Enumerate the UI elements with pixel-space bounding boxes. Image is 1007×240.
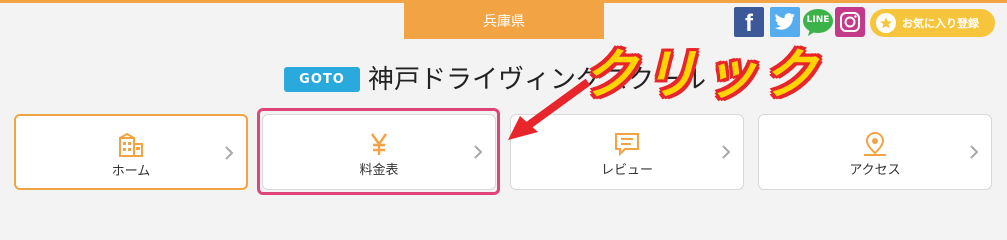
favorite-button[interactable]: お気に入り登録 bbox=[870, 9, 995, 37]
nav-access[interactable]: アクセス bbox=[758, 114, 992, 190]
nav-review-label: レビュー bbox=[600, 163, 653, 178]
nav-home[interactable]: ホーム bbox=[14, 114, 248, 190]
twitter-bird-icon bbox=[774, 13, 795, 30]
highlight-frame bbox=[257, 108, 500, 195]
prefecture-tab[interactable]: 兵庫県 bbox=[404, 2, 604, 39]
chevron-right-icon bbox=[970, 145, 979, 159]
star-icon bbox=[876, 13, 896, 33]
click-annotation: クリック bbox=[583, 43, 823, 106]
favorite-label: お気に入り登録 bbox=[902, 17, 979, 30]
speech-bubble-icon bbox=[615, 133, 639, 157]
chevron-right-icon bbox=[722, 145, 731, 159]
school-badge: GOTO bbox=[284, 67, 360, 92]
nav-access-label: アクセス bbox=[849, 163, 901, 178]
nav-home-label: ホーム bbox=[111, 164, 151, 179]
building-icon bbox=[119, 132, 143, 157]
chevron-right-icon bbox=[225, 146, 234, 160]
camera-icon bbox=[840, 12, 860, 32]
instagram-icon[interactable] bbox=[835, 7, 865, 37]
prefecture-label: 兵庫県 bbox=[483, 13, 525, 30]
line-glyph: LINE bbox=[806, 15, 830, 25]
map-pin-icon bbox=[864, 131, 886, 156]
